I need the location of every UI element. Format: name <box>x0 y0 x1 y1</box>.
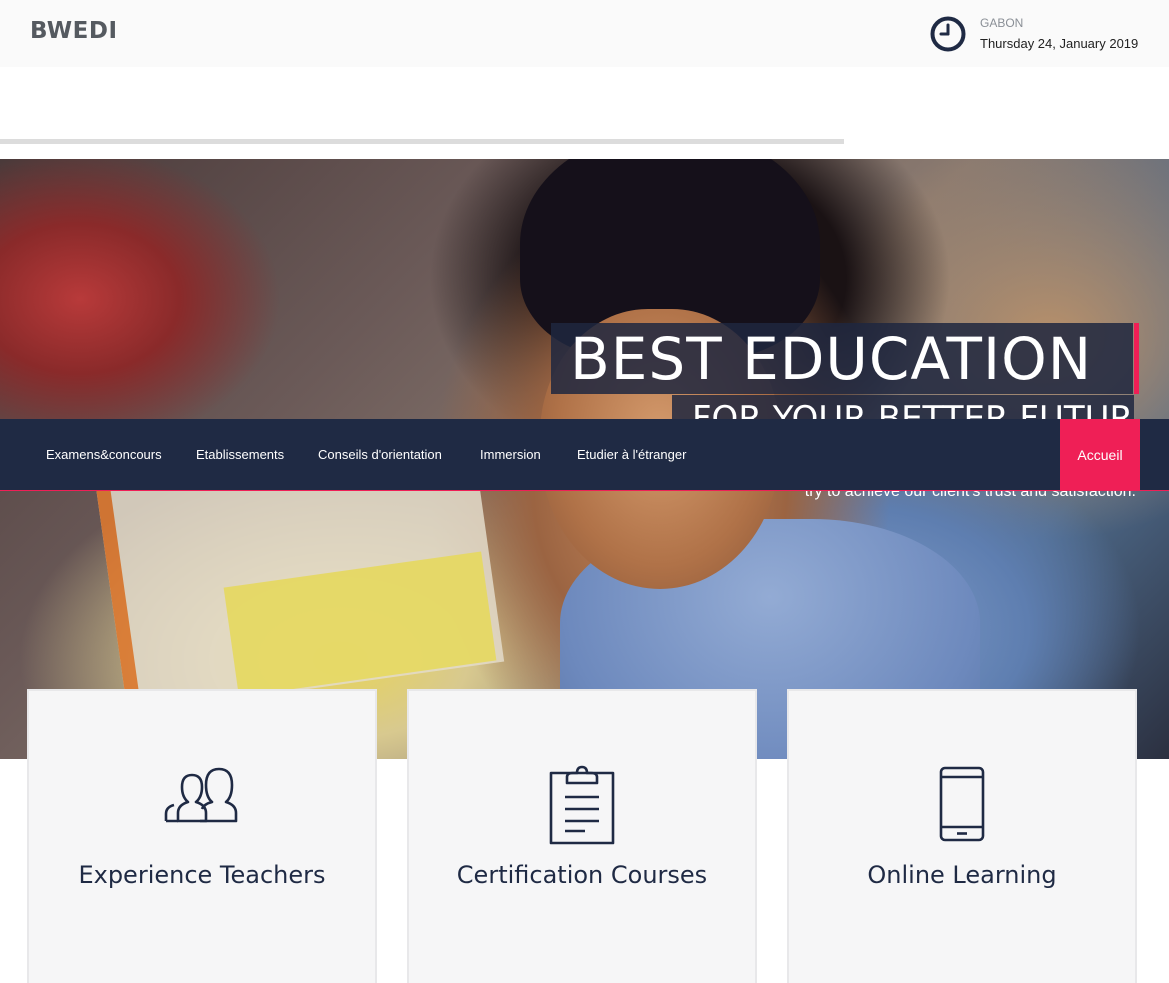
nav-item-etablissements[interactable]: Etablissements <box>196 419 284 491</box>
site-logo[interactable]: BWEDI <box>30 18 118 44</box>
hero-title: BEST EDUCATION <box>570 325 1093 393</box>
main-nav: Examens&concours Etablissements Conseils… <box>0 419 1169 491</box>
hero-title-accent <box>1134 323 1139 394</box>
nav-item-conseils[interactable]: Conseils d'orientation <box>318 419 442 491</box>
smartphone-icon <box>938 765 986 847</box>
current-date: Thursday 24, January 2019 <box>980 36 1139 51</box>
feature-card-courses[interactable]: Certification Courses <box>407 689 757 983</box>
nav-item-immersion[interactable]: Immersion <box>480 419 541 491</box>
nav-item-examens[interactable]: Examens&concours <box>46 419 162 491</box>
feature-title: Online Learning <box>867 861 1057 889</box>
clipboard-icon <box>547 765 617 851</box>
top-bar: BWEDI GABON Thursday 24, January 2019 <box>0 0 1169 67</box>
feature-title: Certification Courses <box>456 861 708 889</box>
location-label: GABON <box>980 16 1024 30</box>
users-icon <box>164 765 240 829</box>
loading-bar <box>0 139 844 144</box>
nav-item-etranger[interactable]: Etudier à l'étranger <box>577 419 686 491</box>
nav-item-accueil[interactable]: Accueil <box>1060 419 1140 491</box>
clock-icon <box>930 16 966 52</box>
feature-title: Experience Teachers <box>78 861 326 889</box>
feature-card-online[interactable]: Online Learning <box>787 689 1137 983</box>
feature-card-teachers[interactable]: Experience Teachers <box>27 689 377 983</box>
